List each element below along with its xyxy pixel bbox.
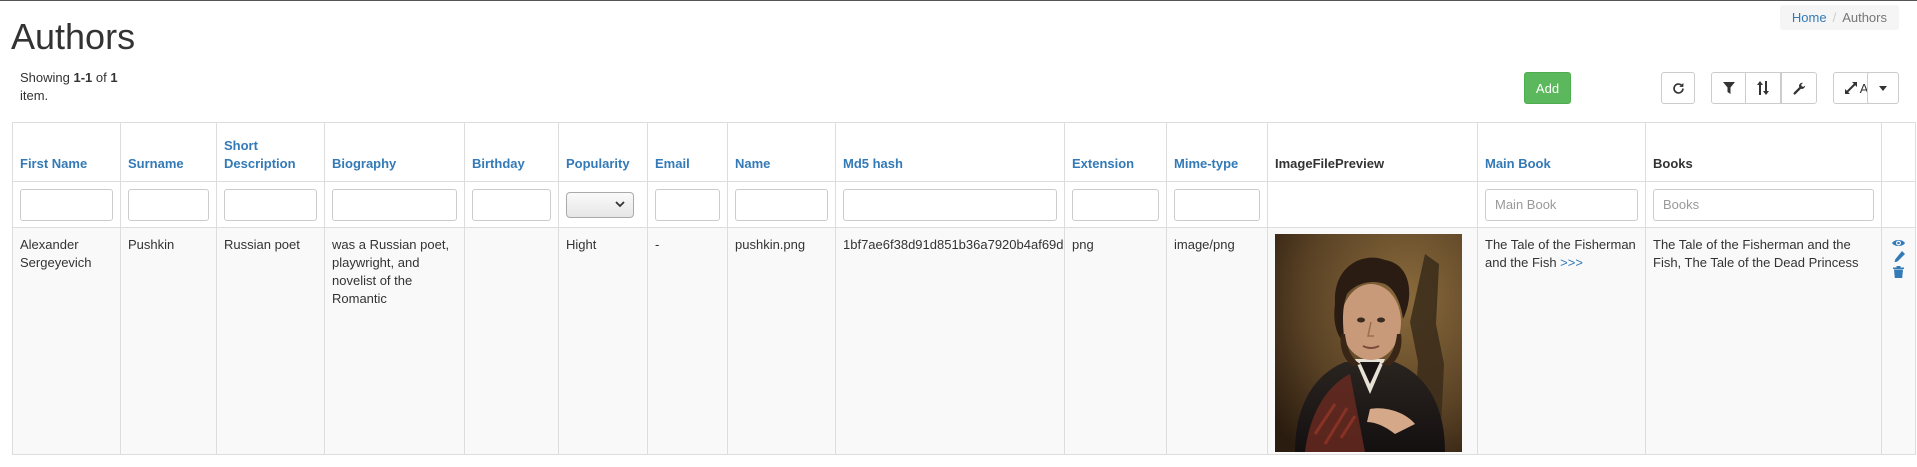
column-header-surname[interactable]: Surname	[120, 122, 217, 182]
sort-link[interactable]: Name	[735, 156, 770, 171]
trash-icon[interactable]	[1893, 266, 1904, 278]
author-portrait-image[interactable]	[1275, 234, 1462, 452]
settings-button[interactable]	[1781, 72, 1817, 104]
column-header-name[interactable]: Name	[727, 122, 836, 182]
eye-icon[interactable]	[1892, 238, 1905, 248]
wrench-icon	[1792, 82, 1805, 95]
authors-grid: First Name Surname Short Description Bio…	[12, 122, 1916, 455]
column-header-main-book[interactable]: Main Book	[1477, 122, 1646, 182]
column-label: ImageFilePreview	[1275, 156, 1385, 171]
birthday-filter-input[interactable]	[472, 188, 551, 221]
sort-link[interactable]: Popularity	[566, 156, 630, 171]
breadcrumb-separator: /	[1832, 10, 1837, 25]
cell-short-description: Russian poet	[216, 227, 325, 455]
column-header-md5-hash[interactable]: Md5 hash	[835, 122, 1065, 182]
column-header-books: Books	[1645, 122, 1882, 182]
filter-row	[12, 181, 1916, 228]
summary-total: 1	[110, 70, 118, 85]
cell-main-book: The Tale of the Fisherman and the Fish >…	[1477, 227, 1646, 455]
refresh-icon	[1672, 82, 1684, 94]
column-header-first-name[interactable]: First Name	[12, 122, 121, 182]
cell-name: pushkin.png	[727, 227, 836, 455]
refresh-button[interactable]	[1661, 72, 1695, 104]
column-header-mime-type[interactable]: Mime-type	[1166, 122, 1268, 182]
cell-first-name: Alexander Sergeyevich	[12, 227, 121, 455]
extension-filter-input[interactable]	[1072, 188, 1159, 221]
column-header-popularity[interactable]: Popularity	[558, 122, 648, 182]
main-book-filter-input[interactable]	[1485, 188, 1638, 221]
sort-link[interactable]: Short Description	[224, 138, 296, 171]
export-dropdown-button[interactable]	[1867, 72, 1899, 104]
sort-icon	[1757, 81, 1769, 95]
books-filter-input[interactable]	[1653, 188, 1874, 221]
image-filter-empty	[1267, 181, 1478, 228]
cell-extension: png	[1064, 227, 1167, 455]
first-name-filter-input[interactable]	[20, 188, 113, 221]
summary-prefix: Showing	[20, 70, 74, 85]
header-row: First Name Surname Short Description Bio…	[12, 122, 1916, 182]
column-header-image-preview: ImageFilePreview	[1267, 122, 1478, 182]
cell-birthday	[464, 227, 559, 455]
sort-link[interactable]: Extension	[1072, 156, 1134, 171]
breadcrumb-current: Authors	[1842, 10, 1887, 25]
column-header-extension[interactable]: Extension	[1064, 122, 1167, 182]
mime-type-filter-input[interactable]	[1174, 188, 1260, 221]
column-header-short-description[interactable]: Short Description	[216, 122, 325, 182]
cell-popularity: Hight	[558, 227, 648, 455]
cell-mime-type: image/png	[1166, 227, 1268, 455]
chevron-down-icon	[615, 201, 625, 208]
short-description-filter-input[interactable]	[224, 188, 317, 221]
sort-link[interactable]: Surname	[128, 156, 184, 171]
column-header-biography[interactable]: Biography	[324, 122, 465, 182]
biography-filter-input[interactable]	[332, 188, 457, 221]
sort-link[interactable]: Biography	[332, 156, 396, 171]
cell-image-preview	[1267, 227, 1478, 455]
add-button[interactable]: Add	[1524, 72, 1571, 104]
filter-button[interactable]	[1711, 72, 1747, 104]
summary-suffix: item.	[20, 88, 49, 103]
breadcrumb: Home / Authors	[1779, 5, 1899, 30]
sort-link[interactable]: Birthday	[472, 156, 525, 171]
column-header-email[interactable]: Email	[647, 122, 728, 182]
pencil-icon[interactable]	[1893, 251, 1905, 263]
sort-link[interactable]: Mime-type	[1174, 156, 1238, 171]
cell-books: The Tale of the Fisherman and the Fish, …	[1645, 227, 1882, 455]
cell-actions	[1881, 227, 1916, 455]
name-filter-input[interactable]	[735, 188, 828, 221]
sort-link[interactable]: Md5 hash	[843, 156, 903, 171]
page-title: Authors	[11, 16, 136, 57]
expand-icon	[1844, 82, 1857, 94]
cell-surname: Pushkin	[120, 227, 217, 455]
summary-of: of	[92, 70, 111, 85]
sort-link[interactable]: First Name	[20, 156, 87, 171]
breadcrumb-home-link[interactable]: Home	[1792, 10, 1827, 25]
filter-icon	[1723, 81, 1735, 94]
cell-md5: 1bf7ae6f38d91d851b36a7920b4af69d	[835, 227, 1065, 455]
column-header-actions	[1881, 122, 1916, 182]
grid-summary: Showing 1-1 of 1 item.	[20, 69, 130, 105]
sort-link[interactable]: Email	[655, 156, 690, 171]
sort-button[interactable]	[1745, 72, 1781, 104]
cell-biography: was a Russian poet, playwright, and nove…	[324, 227, 465, 455]
email-filter-input[interactable]	[655, 188, 720, 221]
popularity-filter-select[interactable]	[566, 191, 634, 218]
summary-range: 1-1	[73, 70, 93, 85]
table-row: Alexander Sergeyevich Pushkin Russian po…	[12, 227, 1916, 455]
main-book-link[interactable]: >>>	[1560, 255, 1583, 270]
caret-down-icon	[1879, 85, 1887, 91]
actions-filter-empty	[1881, 181, 1916, 228]
column-label: Books	[1653, 156, 1693, 171]
sort-link[interactable]: Main Book	[1485, 156, 1551, 171]
md5-filter-input[interactable]	[843, 188, 1057, 221]
surname-filter-input[interactable]	[128, 188, 209, 221]
cell-email: -	[647, 227, 728, 455]
column-header-birthday[interactable]: Birthday	[464, 122, 559, 182]
